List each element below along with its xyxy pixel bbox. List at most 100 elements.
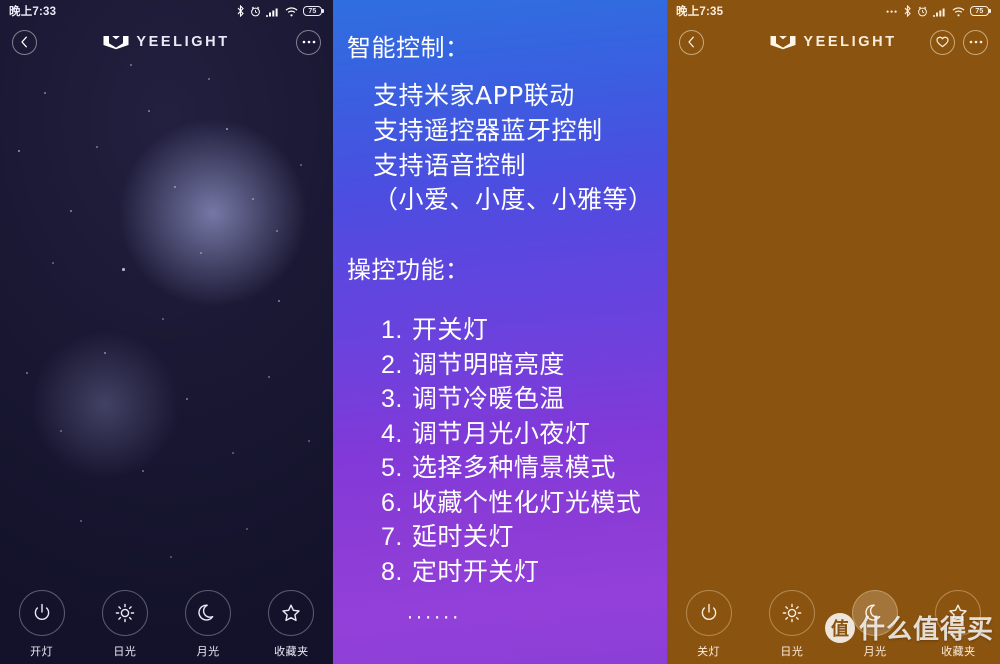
tool-power-right[interactable]: 关灯 — [676, 590, 742, 659]
star-icon — [282, 604, 301, 622]
list-item-number: 8. — [381, 557, 403, 586]
app-bar-right: YEELIGHT — [667, 22, 1000, 62]
list-item: 4. 调节月光小夜灯 — [381, 417, 653, 452]
list-item-text: 定时开关灯 — [411, 556, 540, 586]
list-item: 3. 调节冷暖色温 — [381, 382, 653, 417]
tool-moonlight-right[interactable]: 月光 — [842, 590, 908, 659]
list-item-text: 收藏个性化灯光模式 — [411, 487, 642, 517]
list-item-number: 4. — [381, 419, 403, 448]
tool-favorites-left[interactable]: 收藏夹 — [258, 590, 324, 659]
app-bar-actions-left — [296, 29, 321, 55]
battery-level: 75 — [308, 7, 317, 15]
list-item-number: 3. — [381, 385, 403, 413]
wifi-icon — [952, 6, 965, 16]
tool-daylight-right[interactable]: 日光 — [759, 590, 825, 659]
signal-icon — [265, 8, 278, 17]
promo-feature-item: 支持遥控器蓝牙控制 — [373, 115, 603, 145]
heart-icon — [936, 36, 949, 48]
list-item-number: 1. — [381, 316, 403, 344]
list-item-number: 6. — [381, 488, 403, 517]
list-item: 6. 收藏个性化灯光模式 — [381, 486, 653, 521]
brand-logo: YEELIGHT — [0, 34, 333, 50]
bluetooth-icon — [904, 5, 911, 17]
tool-favorites-right[interactable]: 收藏夹 — [925, 590, 991, 659]
tool-moonlight-selected-indicator — [852, 590, 899, 636]
list-item: 5. 选择多种情景模式 — [381, 451, 653, 486]
status-bar-right: 晚上7:35 75 — [667, 0, 1000, 22]
tool-label: 月光 — [196, 646, 220, 658]
yeelight-mark-icon — [770, 35, 796, 49]
tool-label: 日光 — [780, 646, 804, 658]
app-bar-left: YEELIGHT — [0, 22, 333, 62]
alarm-icon — [251, 6, 260, 16]
wifi-icon — [285, 6, 298, 16]
battery-icon: 75 — [969, 6, 991, 16]
status-bar-left: 晚上7:33 75 — [0, 0, 333, 22]
brand-wordmark: YEELIGHT — [803, 34, 897, 50]
more-options-button[interactable] — [963, 29, 988, 55]
tool-label: 收藏夹 — [941, 646, 976, 658]
promo-content: 智能控制： 支持米家APP联动 支持遥控器蓝牙控制 支持语音控制 （小爱、小度、… — [333, 0, 667, 629]
promo-heading-functions: 操控功能： — [347, 256, 470, 284]
chevron-left-icon — [21, 36, 27, 48]
list-item-text: 选择多种情景模式 — [411, 453, 616, 482]
bottom-toolbar-left: 开灯 日光 月光 收藏夹 — [0, 580, 333, 664]
status-time: 晚上7:33 — [9, 6, 57, 18]
tool-label: 收藏夹 — [274, 646, 309, 658]
tool-label: 关灯 — [697, 646, 721, 658]
battery-level: 75 — [975, 7, 984, 15]
tool-power-left[interactable]: 开灯 — [9, 590, 75, 659]
back-button[interactable] — [679, 29, 704, 55]
promo-heading-smart-control: 智能控制： — [347, 34, 470, 62]
chevron-left-icon — [688, 36, 694, 48]
list-item-number: 7. — [381, 523, 403, 551]
list-item-text: 调节冷暖色温 — [411, 384, 565, 413]
star-icon — [949, 604, 968, 622]
promo-feature-list: 支持米家APP联动 支持遥控器蓝牙控制 支持语音控制 （小爱、小度、小雅等） — [347, 79, 653, 218]
moon-icon — [198, 604, 214, 621]
promo-ellipsis: ······ — [407, 607, 462, 629]
yeelight-mark-icon — [103, 35, 129, 49]
back-button[interactable] — [12, 29, 37, 55]
tool-label: 开灯 — [30, 646, 54, 658]
favorite-button[interactable] — [930, 29, 955, 55]
list-item-text: 延时关灯 — [411, 522, 514, 551]
screenshot-stage: 晚上7:33 75 YEELIGHT 开灯 日光 月光 收藏夹 智能控制： 支持… — [0, 0, 1000, 664]
more-options-button[interactable] — [296, 29, 321, 55]
app-bar-actions-right — [930, 29, 988, 55]
battery-icon: 75 — [302, 6, 324, 16]
list-item-text: 调节月光小夜灯 — [411, 418, 591, 448]
promo-feature-item: 支持语音控制 — [373, 150, 527, 180]
list-item: 1. 开关灯 — [381, 313, 653, 348]
status-icons: 75 — [236, 5, 324, 17]
status-time: 晚上7:35 — [676, 6, 724, 18]
tool-label: 月光 — [863, 646, 887, 658]
starfield-background — [0, 0, 333, 664]
tool-moonlight-left[interactable]: 月光 — [175, 590, 241, 659]
phone-panel-left: 晚上7:33 75 YEELIGHT 开灯 日光 月光 收藏夹 — [0, 0, 333, 664]
moon-icon — [865, 604, 881, 621]
tool-label: 日光 — [113, 646, 137, 658]
list-item-text: 开关灯 — [411, 315, 489, 344]
power-icon — [701, 603, 716, 620]
phone-panel-right: 晚上7:35 75 YEELIGHT 关灯 日光 月光 收藏夹 值 什么值得买 — [667, 0, 1000, 664]
sun-icon — [782, 603, 802, 623]
more-dots-icon — [302, 40, 315, 44]
brand-wordmark: YEELIGHT — [136, 34, 230, 50]
list-item: 2. 调节明暗亮度 — [381, 348, 653, 383]
status-icons: 75 — [886, 5, 991, 17]
bottom-toolbar-right: 关灯 日光 月光 收藏夹 — [667, 580, 1000, 664]
more-dots-icon — [969, 40, 982, 44]
list-item-number: 2. — [381, 350, 403, 379]
list-item-number: 5. — [381, 454, 403, 482]
promo-function-list: 1. 开关灯 2. 调节明暗亮度 3. 调节冷暖色温 4. 调节月光小夜灯 5. 选择多种… — [347, 313, 653, 589]
bluetooth-icon — [237, 5, 244, 17]
promo-panel-middle: 智能控制： 支持米家APP联动 支持遥控器蓝牙控制 支持语音控制 （小爱、小度、… — [333, 0, 667, 664]
promo-feature-item: 支持米家APP联动 — [373, 81, 575, 110]
list-item: 7. 延时关灯 — [381, 520, 653, 555]
list-item-text: 调节明暗亮度 — [411, 349, 565, 379]
tool-daylight-left[interactable]: 日光 — [92, 590, 158, 659]
power-icon — [34, 603, 49, 620]
promo-feature-item: （小爱、小度、小雅等） — [373, 185, 654, 215]
list-item: 8. 定时开关灯 — [381, 555, 653, 590]
